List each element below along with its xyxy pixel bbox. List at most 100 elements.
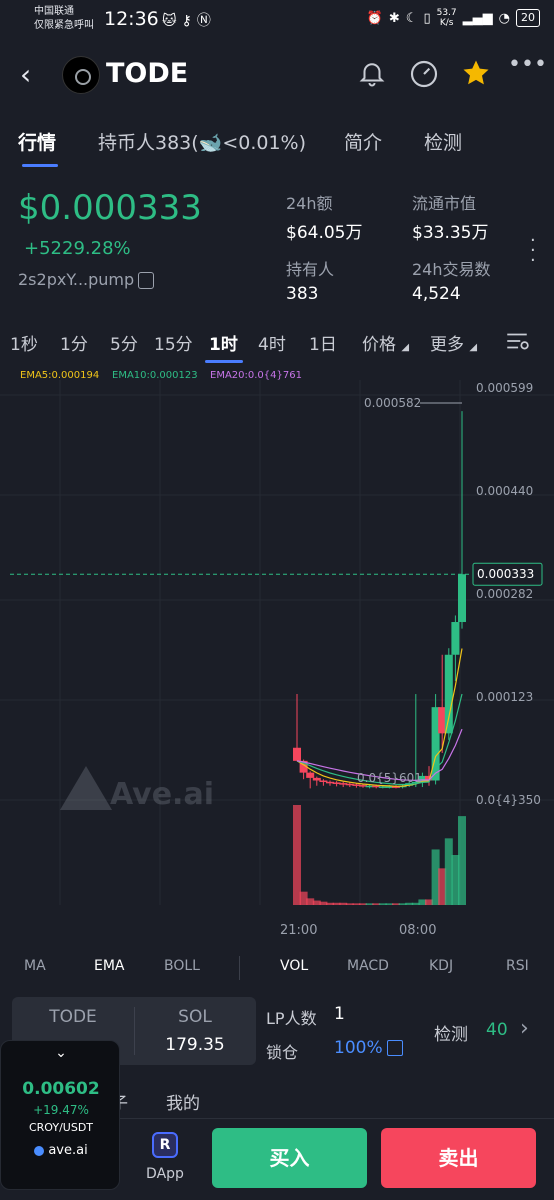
vibrate-icon: ▯ <box>423 10 431 26</box>
wifi-icon: ◔ <box>498 10 510 26</box>
more-icon[interactable]: ••• <box>508 52 547 84</box>
tab-holders[interactable]: 持币人383(🐋<0.01%) <box>98 128 306 155</box>
high-label: 0.000582 <box>364 396 421 410</box>
floating-price: 0.00602 <box>22 1079 100 1099</box>
indicator-rsi[interactable]: RSI <box>506 958 529 974</box>
candle-body <box>444 654 453 734</box>
indicator-ema[interactable]: EMA <box>94 958 125 974</box>
back-icon[interactable]: ‹ <box>20 58 31 91</box>
interval-1s[interactable]: 1秒 <box>10 330 38 355</box>
chevron-right-icon[interactable]: › <box>520 1016 529 1041</box>
watermark: Ave.ai <box>60 766 214 812</box>
price-chart[interactable]: Ave.ai 0.000599 0.000440 0.000282 0.000123 0.… <box>0 380 554 940</box>
tab-market[interactable]: 行情 <box>18 128 56 155</box>
sell-button[interactable]: 卖出 <box>381 1128 536 1188</box>
lp-value: 1 <box>334 1004 345 1024</box>
token-logo <box>62 56 100 94</box>
caret-icon: ◢ <box>401 342 410 353</box>
battery-icon: 20 <box>516 9 540 27</box>
holders-value: 383 <box>286 284 319 304</box>
mcap-value: $33.35万 <box>412 223 489 243</box>
current-price: $0.000333 <box>18 188 202 228</box>
candle-body <box>306 772 315 778</box>
dapp-icon[interactable]: R <box>152 1132 178 1158</box>
price-change: +5229.28% <box>24 238 131 259</box>
indicator-kdj[interactable]: KDJ <box>429 958 453 974</box>
indicator-vol[interactable]: VOL <box>280 958 308 974</box>
indicator-ma[interactable]: MA <box>24 958 46 974</box>
candle-body <box>458 574 466 623</box>
gauge-icon[interactable] <box>408 58 440 90</box>
lp-label: LP人数 <box>266 1009 317 1028</box>
tab-detect[interactable]: 检测 <box>424 128 462 155</box>
interval-5m[interactable]: 5分 <box>110 330 138 355</box>
interval-tabs: 1秒 1分 5分 15分 1时 4时 1日 价格 ◢ 更多 ◢ <box>0 328 554 363</box>
current-price-label: 0.000333 <box>477 567 534 581</box>
x-tick-label: 21:00 <box>280 923 317 938</box>
candle-body <box>293 747 301 761</box>
moon-icon: ☾ <box>405 10 418 26</box>
indicator-separator <box>239 956 240 980</box>
interval-1h[interactable]: 1时 <box>209 330 238 355</box>
interval-1m[interactable]: 1分 <box>60 330 88 355</box>
indicator-macd[interactable]: MACD <box>347 958 389 974</box>
main-tabs: 行情 持币人383(🐋<0.01%) 简介 检测 <box>0 128 554 168</box>
interval-underline <box>205 360 243 363</box>
volume-bar <box>458 816 466 905</box>
y-tick-label: 0.000440 <box>476 484 533 498</box>
watermark-text: Ave.ai <box>110 777 214 812</box>
tab-underline <box>22 164 58 167</box>
signal-icon: ▂▄▆ <box>462 10 493 26</box>
kebab-icon[interactable]: · · · <box>530 232 536 270</box>
chevron-down-icon[interactable]: ⌄ <box>1 1045 121 1061</box>
vol-label: 24h额 <box>286 194 333 213</box>
bluetooth-icon: ✱ <box>388 10 400 26</box>
volume-bar <box>293 805 301 905</box>
interval-4h[interactable]: 4时 <box>258 330 286 355</box>
header: ‹ TODE ••• <box>0 50 554 102</box>
candle-body <box>319 780 328 783</box>
notification-icons: 🐱⚷Ⓝ <box>162 13 216 29</box>
network-speed: 53.7 K/s <box>436 8 457 28</box>
floating-change: +19.47% <box>33 1103 89 1117</box>
price-dropdown[interactable]: 价格 ◢ <box>362 330 409 355</box>
interval-1d[interactable]: 1日 <box>309 330 337 355</box>
chart-canvas: Ave.ai 0.000599 0.000440 0.000282 0.000123 0.… <box>0 380 554 938</box>
candle-body <box>451 622 460 655</box>
floating-pair: CROY/USDT <box>28 1121 94 1134</box>
lock-value: 100% <box>334 1038 383 1058</box>
indicator-boll[interactable]: BOLL <box>164 958 200 974</box>
y-tick-label: 0.000282 <box>476 587 533 601</box>
detect-label[interactable]: 检测 <box>434 1020 468 1045</box>
y-tick-label: 0.000599 <box>476 381 533 395</box>
sol-amount-value: 179.35 <box>165 1035 225 1055</box>
clock: 12:36 <box>104 8 159 30</box>
bell-icon[interactable] <box>356 58 388 90</box>
floating-price-widget[interactable]: ⌄ 0.00602 +19.47% CROY/USDT ave.ai <box>0 1040 120 1190</box>
candle-body <box>312 777 321 781</box>
tab-intro[interactable]: 简介 <box>344 128 382 155</box>
interval-15m[interactable]: 15分 <box>154 330 193 355</box>
tx-value: 4,524 <box>412 284 461 304</box>
mcap-label: 流通市值 <box>412 194 477 213</box>
vol-value: $64.05万 <box>286 223 363 243</box>
watermark-logo <box>60 766 112 810</box>
indicator-tabs: MA EMA BOLL VOL MACD KDJ RSI <box>0 956 554 982</box>
copy-icon[interactable] <box>138 272 154 289</box>
caret-icon: ◢ <box>469 342 478 353</box>
subtab-mine[interactable]: 我的 <box>166 1089 200 1114</box>
lock-label: 锁仓 <box>266 1043 299 1062</box>
detect-score: 40 <box>486 1020 508 1040</box>
holders-label: 持有人 <box>286 260 335 279</box>
sol-amount-label: SOL <box>178 1007 212 1027</box>
chart-settings-icon[interactable] <box>504 328 530 359</box>
nav-dapp[interactable]: DApp <box>140 1166 190 1182</box>
external-link-icon[interactable] <box>387 1040 403 1056</box>
star-icon[interactable] <box>460 58 492 90</box>
x-tick-label: 08:00 <box>399 923 436 938</box>
low-label: 0.0{5}601 <box>357 771 422 785</box>
more-dropdown[interactable]: 更多 ◢ <box>430 330 477 355</box>
tx-label: 24h交易数 <box>412 260 491 279</box>
token-title: TODE <box>106 58 189 89</box>
buy-button[interactable]: 买入 <box>212 1128 367 1188</box>
